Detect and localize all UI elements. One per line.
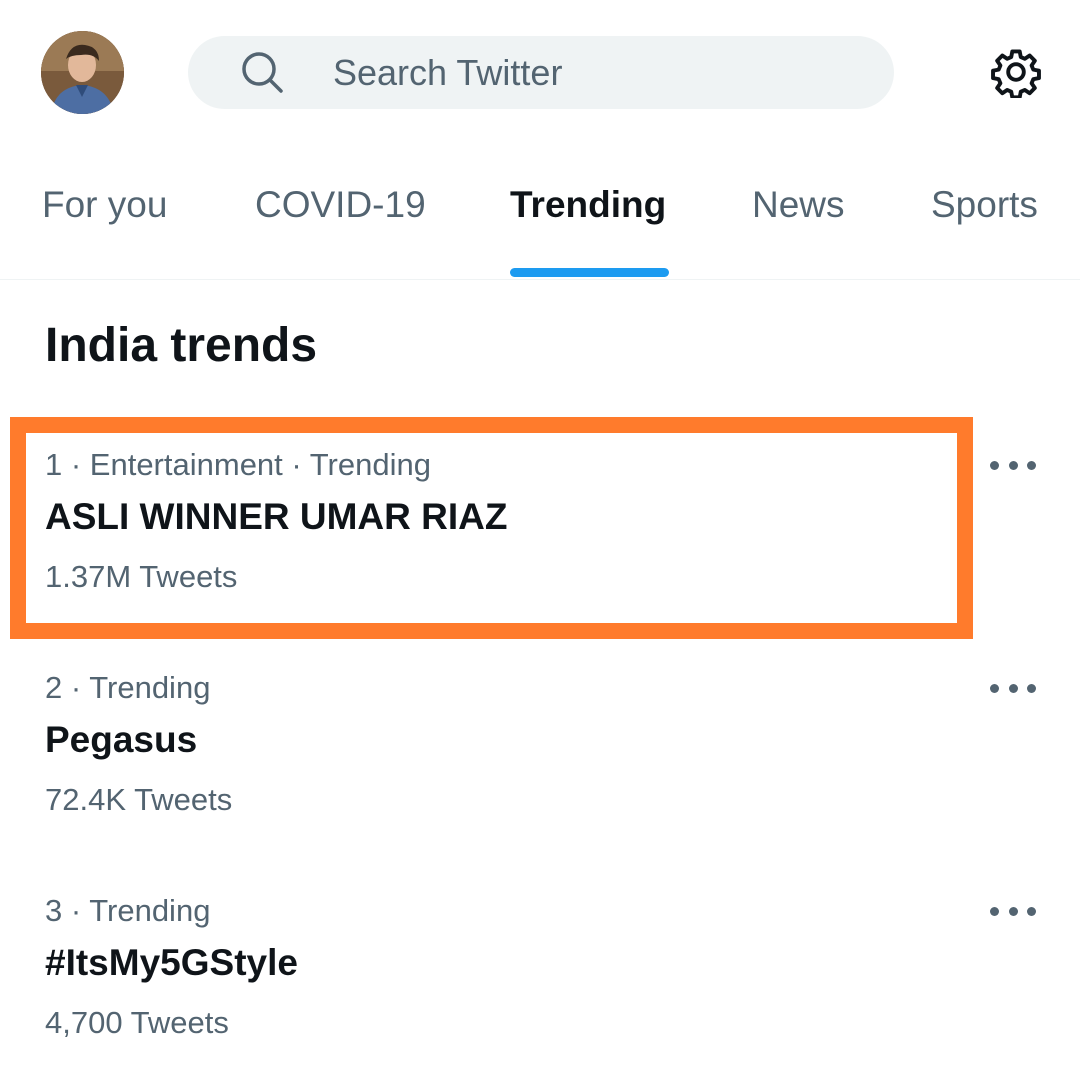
- trend-tweet-count: 4,700 Tweets: [45, 1005, 229, 1040]
- trend-item[interactable]: 2 · Trending Pegasus 72.4K Tweets: [0, 670, 1080, 870]
- avatar-image: [41, 31, 124, 114]
- search-icon: [240, 50, 284, 94]
- trend-name: ASLI WINNER UMAR RIAZ: [45, 496, 508, 537]
- explore-tabs: For you COVID-19 Trending News Sports: [0, 150, 1080, 280]
- search-input[interactable]: [333, 36, 873, 109]
- tab-news[interactable]: News: [752, 184, 845, 226]
- trend-name: #ItsMy5GStyle: [45, 942, 298, 983]
- section-title: India trends: [45, 319, 318, 372]
- twitter-explore-page: For you COVID-19 Trending News Sports In…: [0, 0, 1080, 1080]
- active-tab-indicator: [510, 268, 669, 277]
- profile-avatar[interactable]: [41, 31, 124, 114]
- trend-item[interactable]: 3 · Trending #ItsMy5GStyle 4,700 Tweets: [0, 893, 1080, 1080]
- more-options-icon[interactable]: [990, 457, 1036, 473]
- tab-covid-19[interactable]: COVID-19: [255, 184, 426, 226]
- more-options-icon[interactable]: [990, 903, 1036, 919]
- tab-sports[interactable]: Sports: [931, 184, 1038, 226]
- trend-meta: 1 · Entertainment · Trending: [45, 447, 431, 482]
- tab-trending[interactable]: Trending: [510, 184, 666, 226]
- trend-item[interactable]: 1 · Entertainment · Trending ASLI WINNER…: [0, 447, 1080, 647]
- trend-meta: 2 · Trending: [45, 670, 211, 705]
- trend-meta: 3 · Trending: [45, 893, 211, 928]
- trend-tweet-count: 72.4K Tweets: [45, 782, 233, 817]
- tab-for-you[interactable]: For you: [42, 184, 167, 226]
- trend-tweet-count: 1.37M Tweets: [45, 559, 238, 594]
- more-options-icon[interactable]: [990, 680, 1036, 696]
- trend-name: Pegasus: [45, 719, 198, 760]
- search-bar[interactable]: [188, 36, 894, 109]
- gear-icon[interactable]: [990, 46, 1042, 100]
